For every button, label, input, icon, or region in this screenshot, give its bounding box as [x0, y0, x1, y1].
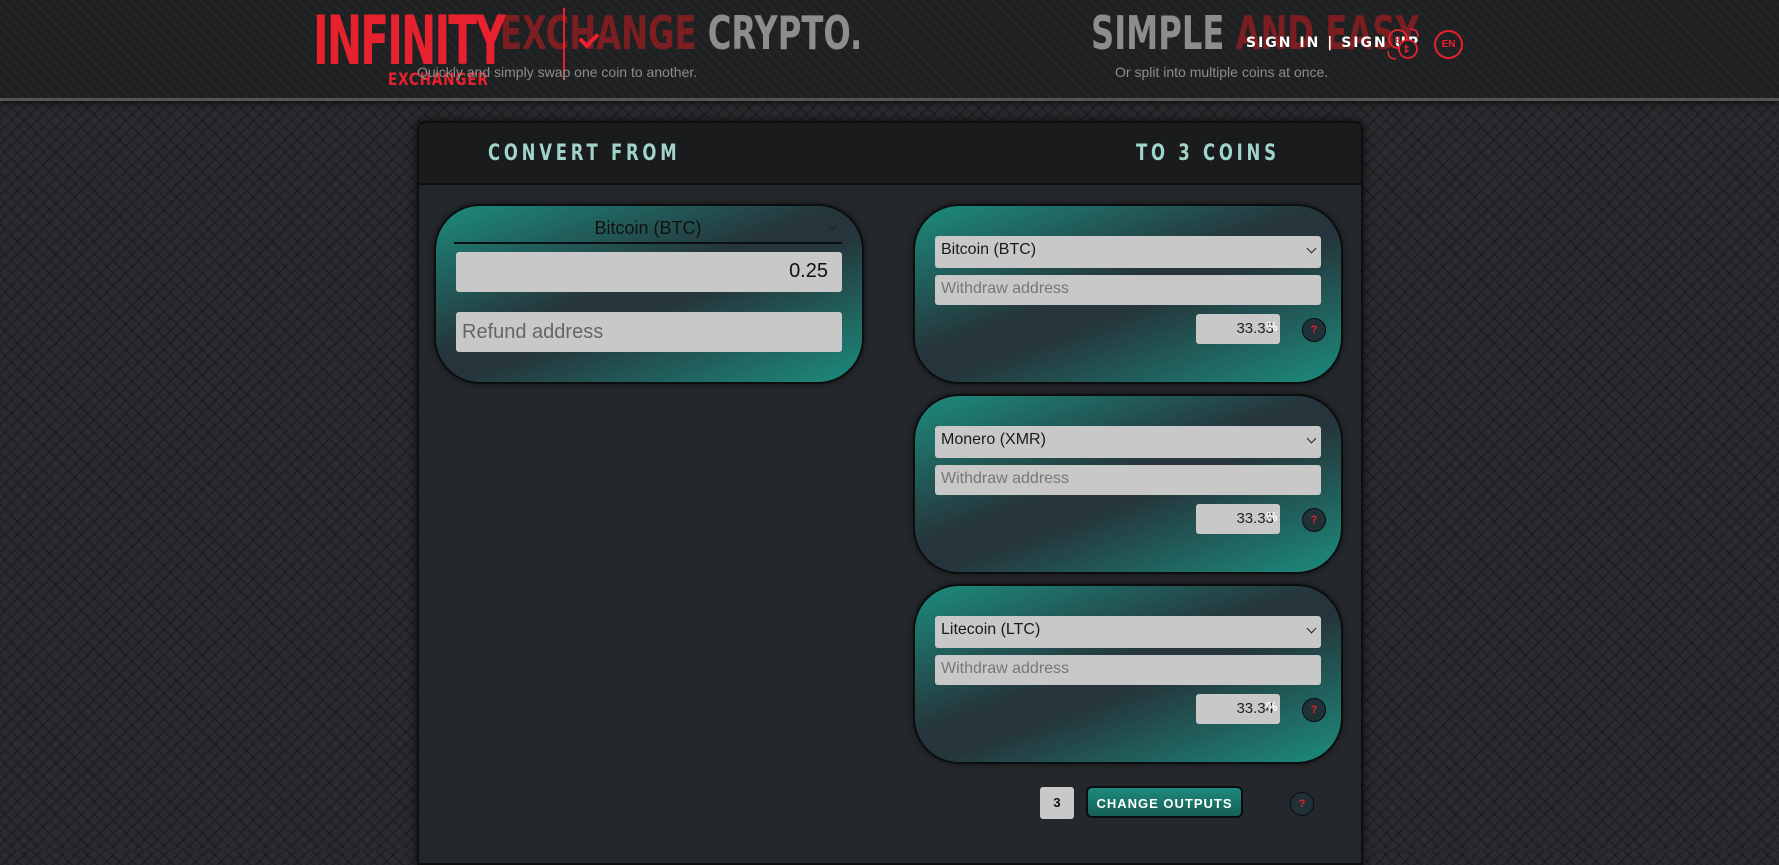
header-subtitle-left: Quickly and simply swap one coin to anot… — [417, 64, 698, 80]
amount-input[interactable]: 0.25 — [456, 252, 842, 292]
change-outputs-label: CHANGE OUTPUTS — [1096, 796, 1233, 811]
withdraw-address-placeholder: Withdraw address — [941, 470, 1070, 487]
output-coin-select[interactable]: Monero (XMR) — [935, 426, 1321, 458]
from-coin-value: Bitcoin (BTC) — [594, 218, 702, 238]
panel-header: CONVERT FROM TO 3 COINS — [419, 123, 1361, 185]
svg-text:B: B — [1395, 36, 1401, 46]
help-icon[interactable]: ? — [1302, 698, 1326, 722]
auth-separator: | — [1327, 35, 1335, 51]
help-icon[interactable]: ? — [1302, 508, 1326, 532]
site-header: EXCHANGE CRYPTO. INFINITY EXCHANGER Quic… — [0, 0, 1779, 101]
output-coin-value: Bitcoin (BTC) — [941, 241, 1037, 258]
change-outputs-button[interactable]: CHANGE OUTPUTS — [1086, 786, 1243, 818]
output-card: Monero (XMR) Withdraw address 33.33 % ? — [913, 394, 1343, 574]
tagline-word-simple: SIMPLE — [1091, 6, 1225, 60]
output-count-input[interactable]: 3 — [1040, 787, 1074, 819]
withdraw-address-input[interactable]: Withdraw address — [935, 655, 1321, 685]
help-icon[interactable]: ? — [1290, 792, 1314, 816]
help-icon[interactable]: ? — [1302, 318, 1326, 342]
percent-sign: % — [1266, 319, 1278, 334]
output-coin-value: Litecoin (LTC) — [941, 621, 1041, 638]
header-tagline-left: EXCHANGE CRYPTO. — [500, 6, 862, 60]
header-subtitle-right: Or split into multiple coins at once. — [1115, 64, 1329, 80]
sign-in-link[interactable]: SIGN IN — [1246, 35, 1320, 51]
chevron-down-icon — [1306, 623, 1317, 634]
to-coins-title: TO 3 COINS — [1136, 141, 1280, 166]
refund-address-input[interactable]: Refund address — [456, 312, 842, 352]
refund-address-placeholder: Refund address — [462, 321, 604, 343]
convert-from-title: CONVERT FROM — [488, 141, 681, 166]
from-coin-select[interactable]: Bitcoin (BTC) — [454, 214, 842, 244]
output-card: Bitcoin (BTC) Withdraw address 33.33 % ? — [913, 204, 1343, 384]
header-tagline-right: SIMPLE AND EASY — [1091, 6, 1419, 60]
withdraw-address-placeholder: Withdraw address — [941, 660, 1070, 677]
withdraw-address-input[interactable]: Withdraw address — [935, 465, 1321, 495]
output-coin-select[interactable]: Bitcoin (BTC) — [935, 236, 1321, 268]
output-coin-select[interactable]: Litecoin (LTC) — [935, 616, 1321, 648]
chevron-down-icon — [1306, 243, 1317, 254]
output-card: Litecoin (LTC) Withdraw address 33.34 % … — [913, 584, 1343, 764]
tagline-word-crypto: CRYPTO. — [707, 6, 863, 60]
percent-sign: % — [1266, 509, 1278, 524]
amount-value: 0.25 — [789, 260, 828, 282]
withdraw-address-placeholder: Withdraw address — [941, 280, 1070, 297]
output-coin-value: Monero (XMR) — [941, 431, 1046, 448]
percent-sign: % — [1266, 699, 1278, 714]
language-selector[interactable]: EN — [1434, 30, 1463, 59]
withdraw-address-input[interactable]: Withdraw address — [935, 275, 1321, 305]
coins-exchange-icon: B — [1387, 28, 1419, 60]
from-card: Bitcoin (BTC) 0.25 Refund address — [434, 204, 864, 384]
tagline-word-exchange: EXCHANGE — [500, 6, 697, 60]
chevron-down-icon — [1306, 433, 1317, 444]
